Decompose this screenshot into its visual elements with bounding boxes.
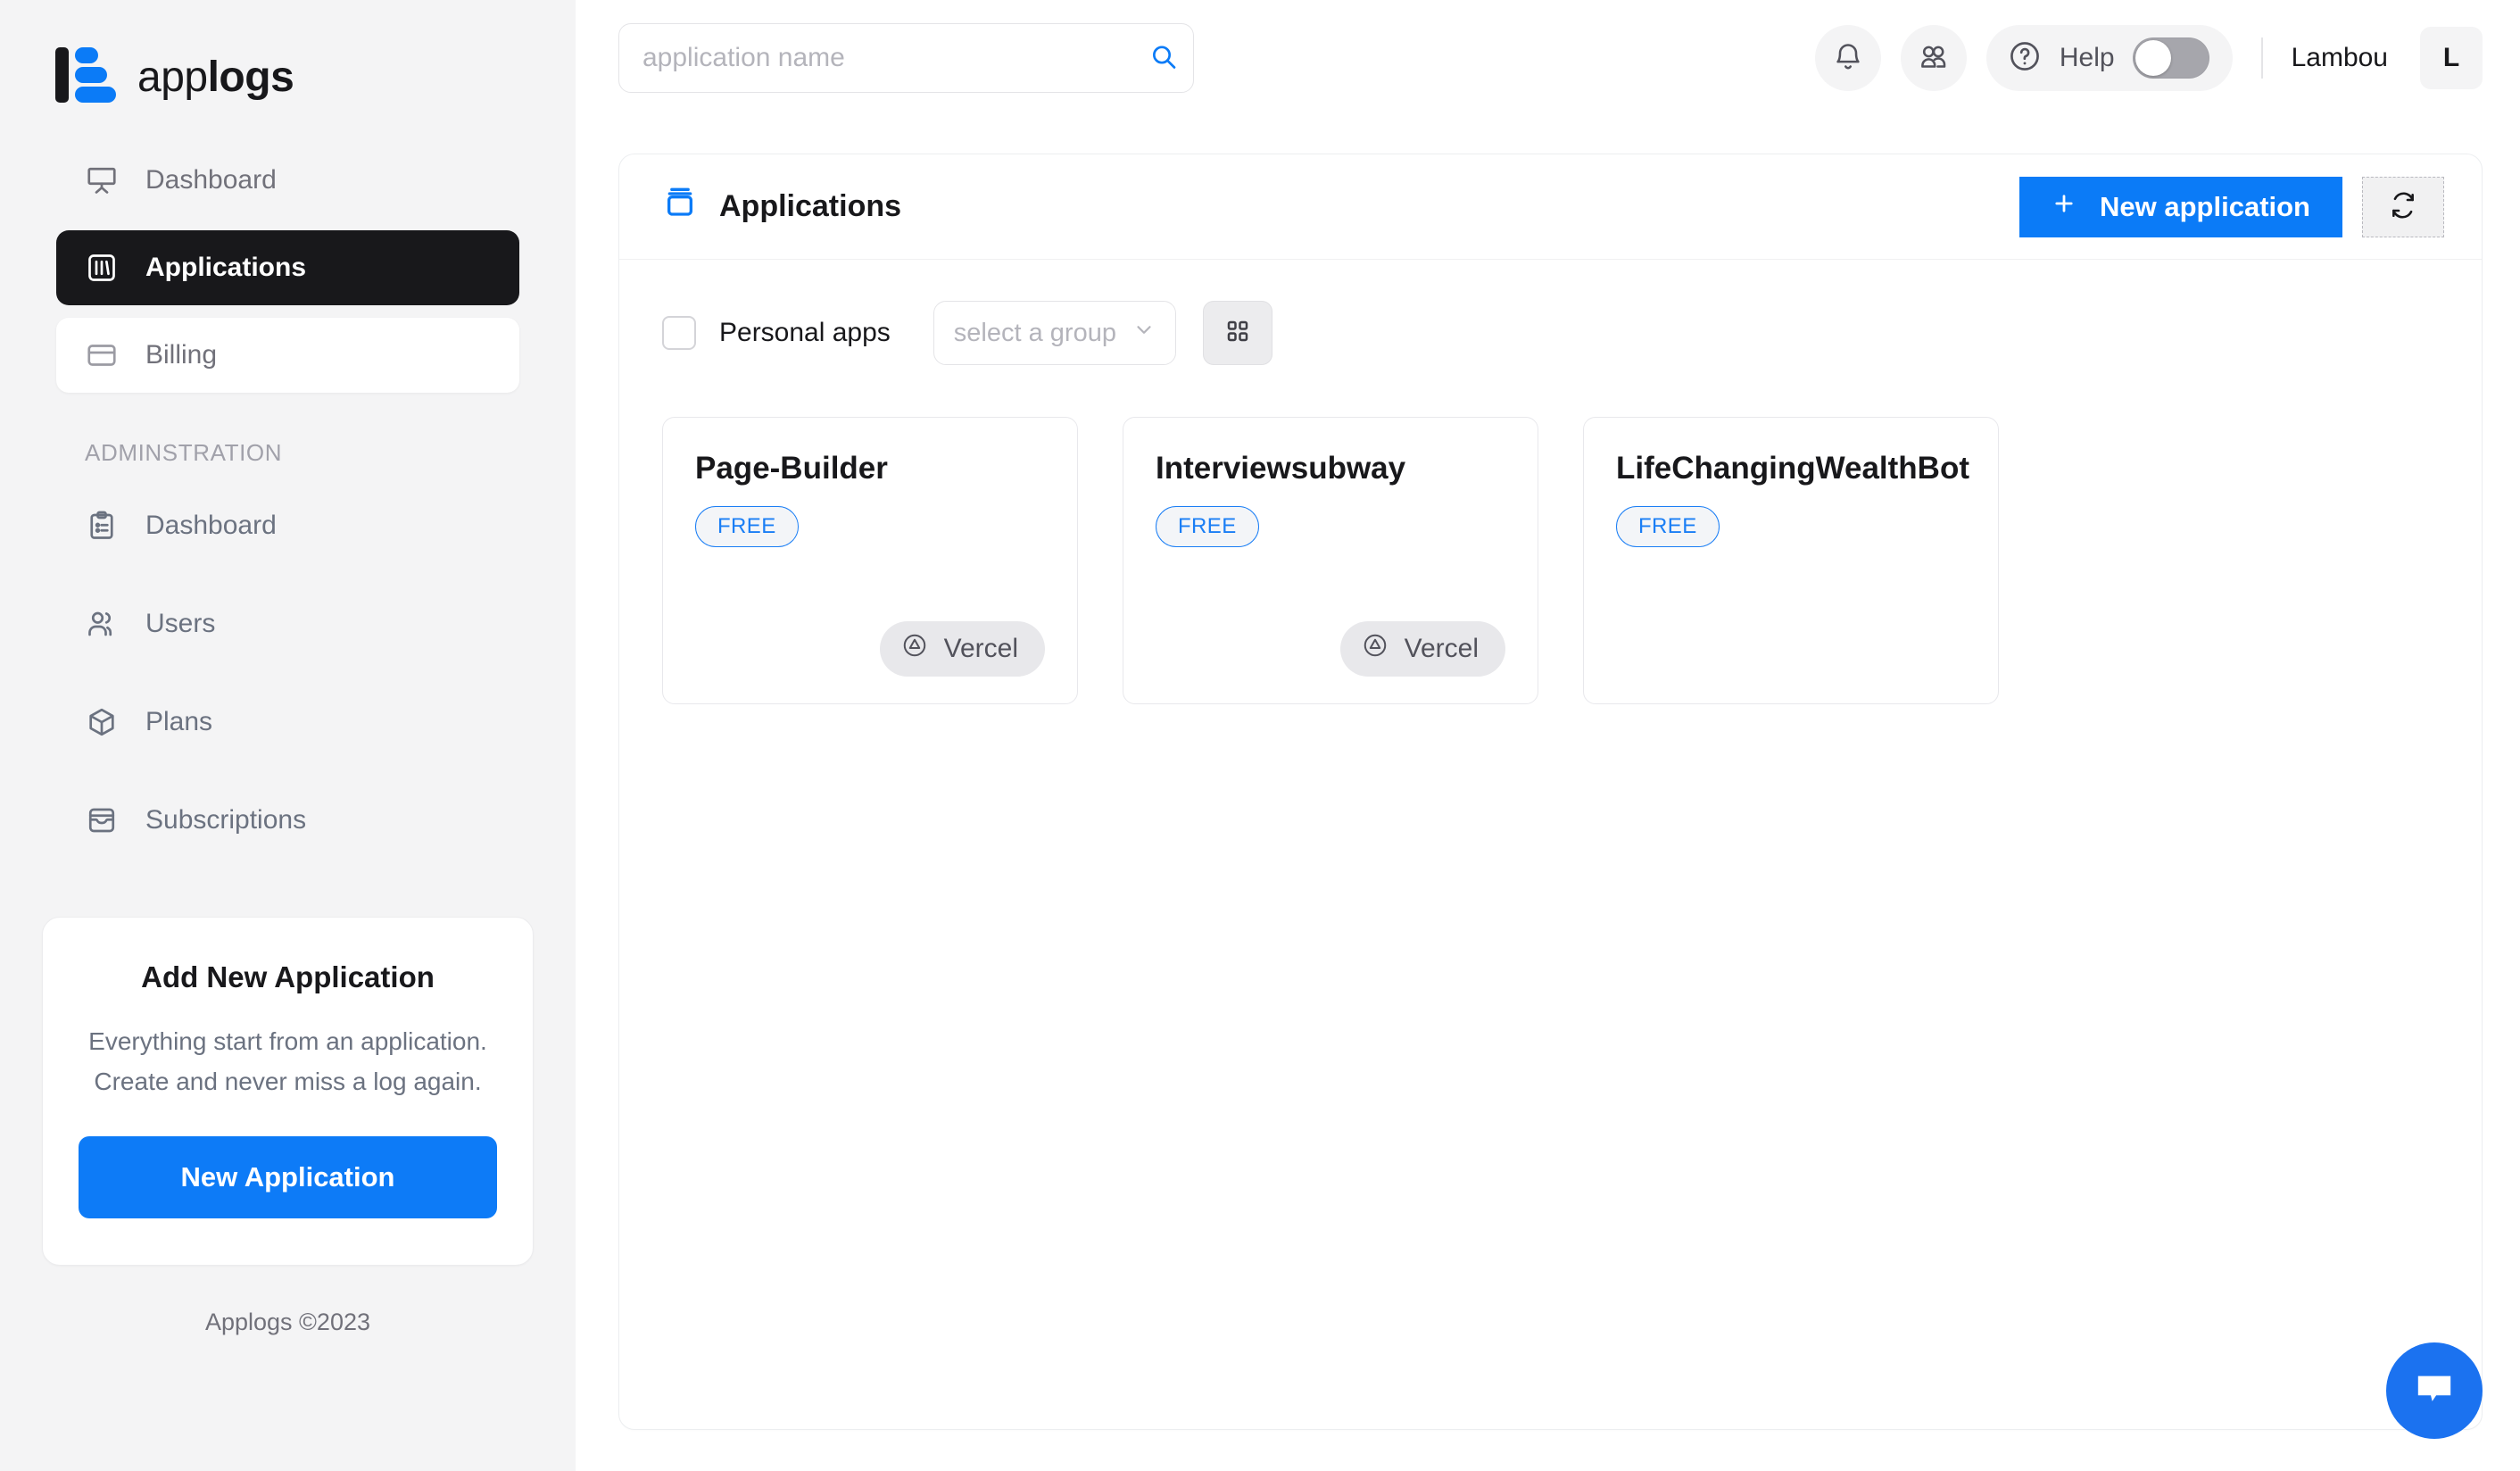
application-card[interactable]: Interviewsubway FREE Vercel: [1123, 417, 1538, 704]
admin-nav: Dashboard Users Plans Subscriptions: [0, 488, 576, 881]
chevron-down-icon: [1132, 318, 1156, 348]
refresh-icon: [2389, 191, 2417, 222]
app-root: applogs Dashboard Applications Billing A…: [0, 0, 2520, 1471]
question-circle-icon: [2008, 39, 2042, 78]
panel-header-actions: New application: [2019, 176, 2444, 237]
panel-header: Applications New application: [619, 154, 2482, 260]
sidebar-item-subscriptions[interactable]: Subscriptions: [56, 783, 519, 858]
team-button[interactable]: [1900, 25, 1967, 91]
personal-apps-label: Personal apps: [719, 318, 891, 347]
user-name[interactable]: Lambou: [2292, 43, 2388, 73]
sidebar-item-users[interactable]: Users: [56, 586, 519, 661]
new-application-label: New application: [2100, 190, 2310, 222]
group-select[interactable]: select a group: [933, 301, 1176, 365]
brand-logo[interactable]: applogs: [0, 0, 576, 116]
personal-apps-checkbox[interactable]: Personal apps: [662, 316, 891, 350]
sidebar-footer: Applogs ©2023: [204, 1308, 371, 1335]
search-icon: [1149, 43, 1178, 74]
search-input[interactable]: [618, 23, 1194, 93]
applications-grid: Page-Builder FREE Vercel Interviewsubway…: [619, 365, 2482, 704]
help-label: Help: [2059, 43, 2115, 72]
sidebar-item-label: Users: [145, 609, 216, 638]
columns-icon: [85, 251, 119, 285]
search-container: [618, 23, 1194, 93]
sidebar-item-dashboard[interactable]: Dashboard: [56, 143, 519, 218]
promo-description: Everything start from an application. Cr…: [88, 1027, 487, 1096]
application-name: Interviewsubway: [1156, 451, 1406, 486]
main-area: Help Lambou L Applications: [576, 0, 2520, 1471]
sidebar-item-plans[interactable]: Plans: [56, 685, 519, 760]
sidebar-item-label: Billing: [145, 340, 218, 370]
provider-name: Vercel: [943, 634, 1018, 663]
applications-panel: Applications New application Personal ap…: [618, 154, 2483, 1430]
archive-box-icon: [662, 185, 698, 229]
checkbox-box[interactable]: [662, 316, 696, 350]
promo-title: Add New Application: [141, 960, 435, 993]
clipboard-list-icon: [85, 509, 119, 543]
sidebar-item-label: Plans: [145, 707, 213, 736]
sidebar-item-applications[interactable]: Applications: [56, 230, 519, 305]
application-card[interactable]: LifeChangingWealthBot FREE: [1583, 417, 1999, 704]
notifications-button[interactable]: [1814, 25, 1881, 91]
application-name: LifeChangingWealthBot: [1616, 451, 1969, 486]
sidebar-item-billing[interactable]: Billing: [56, 318, 519, 393]
box-icon: [85, 705, 119, 739]
provider-pill[interactable]: Vercel: [1339, 621, 1505, 677]
group-select-value: select a group: [953, 318, 1116, 347]
chat-widget-button[interactable]: [2386, 1342, 2483, 1439]
topbar-divider: [2260, 37, 2263, 79]
plus-icon: [2052, 191, 2077, 223]
plan-badge: FREE: [1616, 505, 1720, 547]
topbar: Help Lambou L: [576, 0, 2520, 116]
search-button[interactable]: [1149, 43, 1178, 74]
plan-badge: FREE: [695, 505, 799, 547]
help-toggle-switch[interactable]: [2132, 37, 2209, 79]
topbar-actions: Help Lambou L: [1814, 25, 2483, 91]
application-name: Page-Builder: [695, 451, 888, 486]
applogs-logo-icon: [55, 46, 118, 107]
grid-icon: [1224, 318, 1251, 349]
grid-view-toggle[interactable]: [1202, 301, 1272, 365]
credit-card-icon: [85, 338, 119, 372]
brand-name: applogs: [137, 53, 294, 101]
vercel-icon: [1362, 632, 1388, 666]
users-icon: [85, 607, 119, 641]
primary-nav: Dashboard Applications Billing: [0, 116, 576, 405]
avatar[interactable]: L: [2420, 27, 2483, 89]
team-icon: [1918, 41, 1950, 76]
sidebar-item-label: Dashboard: [145, 165, 277, 195]
sidebar-section-label: ADMINSTRATION: [85, 439, 283, 466]
chat-bubble-icon: [2409, 1365, 2459, 1417]
add-application-promo-card: Add New Application Everything start fro…: [42, 917, 534, 1266]
presentation-icon: [85, 163, 119, 197]
filters-row: Personal apps select a group: [619, 260, 2482, 365]
vercel-icon: [901, 632, 928, 666]
bell-icon: [1832, 41, 1864, 76]
help-toggle-pill[interactable]: Help: [1985, 25, 2233, 91]
page-title-text: Applications: [719, 189, 902, 223]
sidebar-item-admin-dashboard[interactable]: Dashboard: [56, 488, 519, 563]
inbox-icon: [85, 803, 119, 837]
sidebar-item-label: Subscriptions: [145, 805, 307, 835]
application-card[interactable]: Page-Builder FREE Vercel: [662, 417, 1078, 704]
toggle-knob: [2135, 40, 2171, 76]
sidebar: applogs Dashboard Applications Billing A…: [0, 0, 576, 1471]
refresh-button[interactable]: [2362, 176, 2444, 237]
plan-badge: FREE: [1156, 505, 1259, 547]
page-title: Applications: [662, 185, 901, 229]
provider-pill[interactable]: Vercel: [879, 621, 1045, 677]
sidebar-item-label: Applications: [145, 253, 307, 282]
sidebar-item-label: Dashboard: [145, 511, 277, 540]
new-application-button[interactable]: New application: [2019, 176, 2342, 237]
provider-name: Vercel: [1404, 634, 1479, 663]
new-application-promo-button[interactable]: New Application: [79, 1135, 497, 1218]
